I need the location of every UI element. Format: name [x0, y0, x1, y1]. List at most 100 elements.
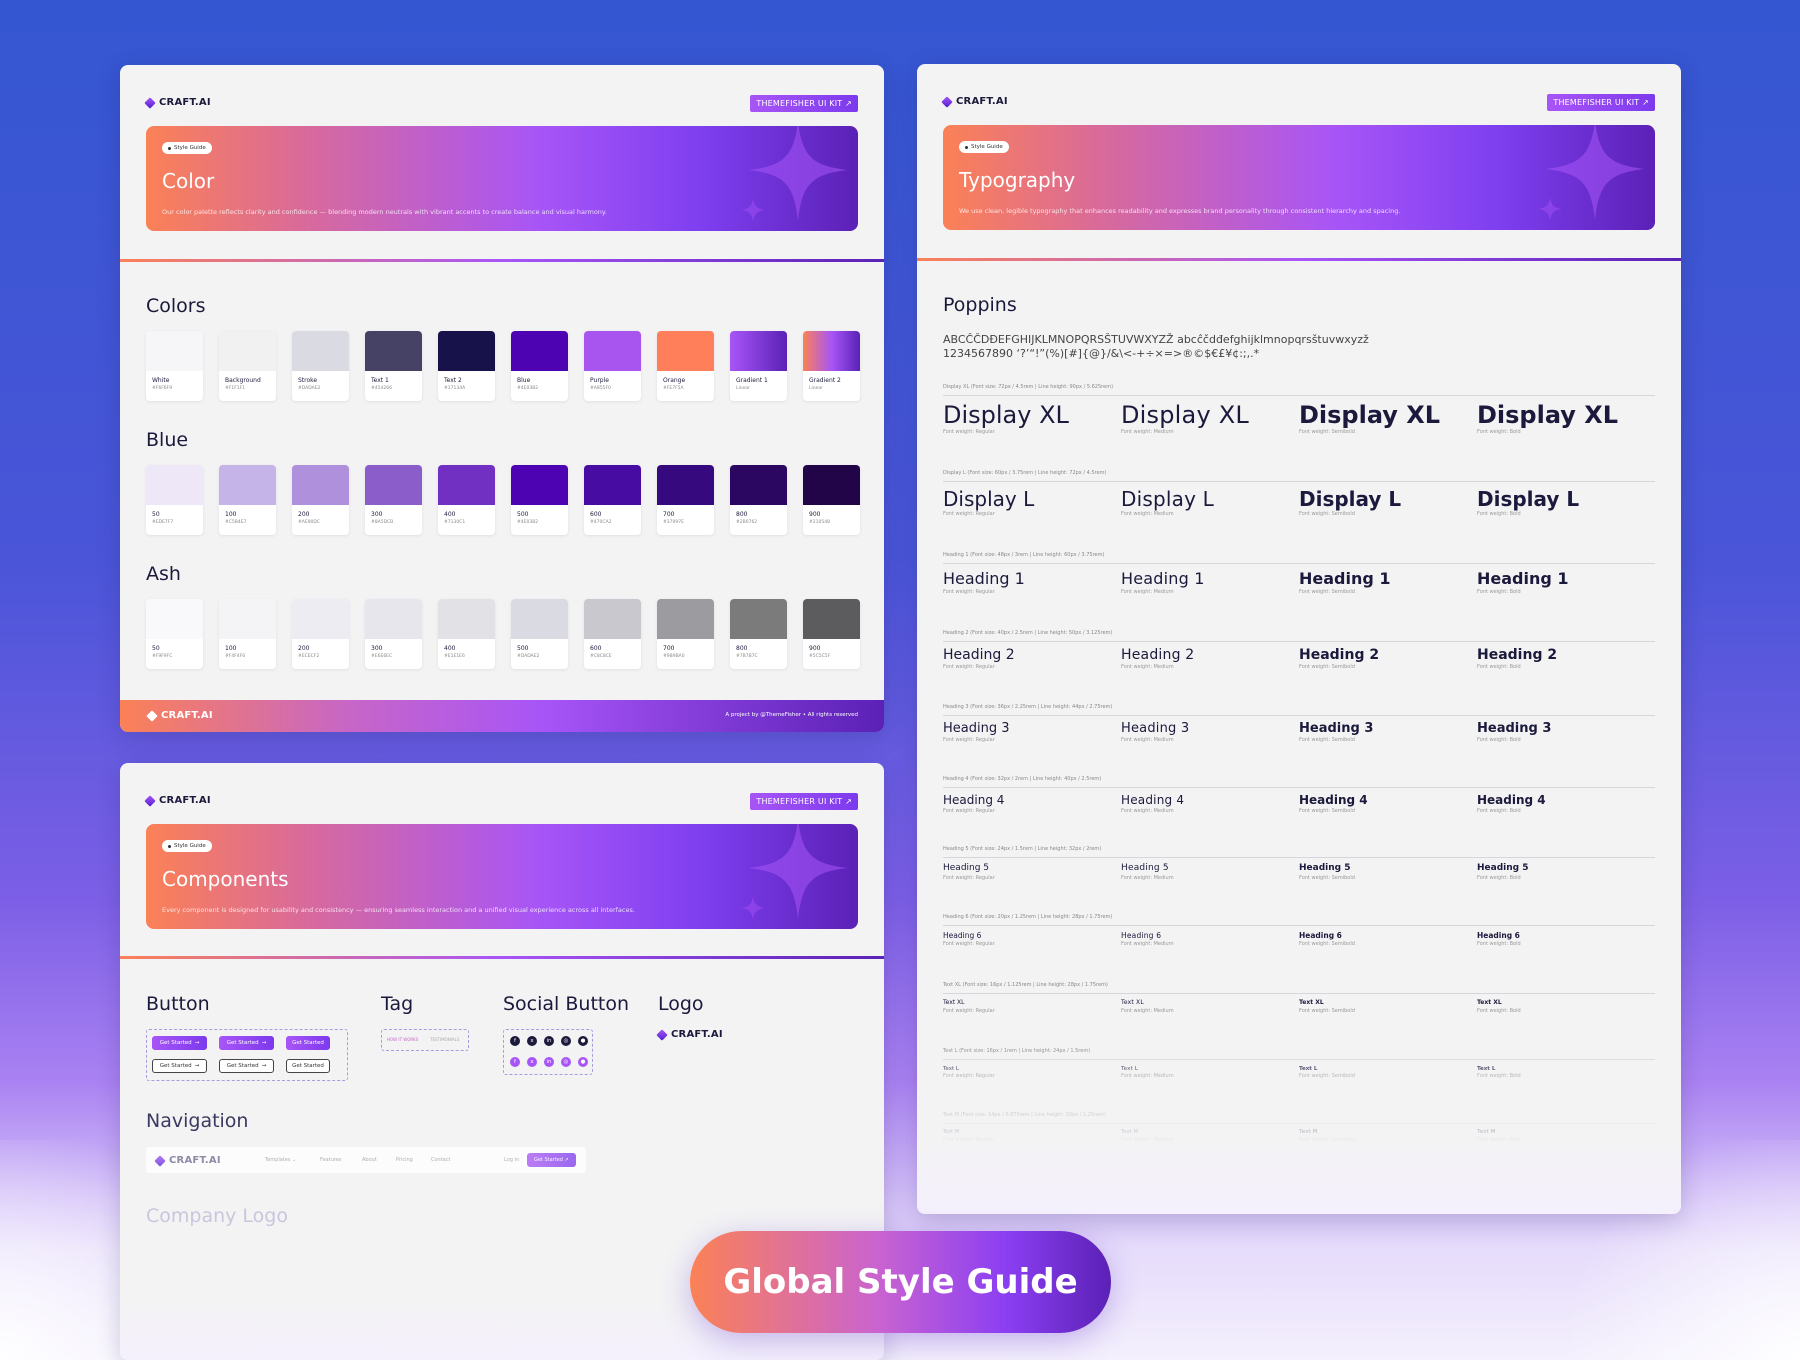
font-weight-label: Font weight: Medium	[1121, 664, 1174, 671]
get-started-button-outline-compact[interactable]: Get Started	[286, 1059, 330, 1073]
color-swatch[interactable]: 300 #8A5DCB	[365, 465, 422, 535]
type-sample-cell: Heading 5 Font weight: Semibold	[1299, 863, 1477, 881]
font-weight-label: Font weight: Bold	[1477, 941, 1521, 948]
type-sample-cell: Heading 6 Font weight: Medium	[1121, 931, 1299, 948]
get-started-button-primary[interactable]: Get Started →	[152, 1036, 207, 1050]
x-twitter-icon[interactable]: x	[527, 1036, 537, 1046]
color-swatch[interactable]: 900 #5C5C5F	[803, 599, 860, 669]
hero-banner: Style Guide Color Our color palette refl…	[146, 126, 858, 231]
nav-get-started-button[interactable]: Get Started ↗	[527, 1153, 576, 1167]
type-sample-text: Heading 5	[1477, 863, 1529, 873]
type-sample-text: Heading 1	[1477, 569, 1569, 588]
nav-login-link[interactable]: Log in	[504, 1157, 519, 1163]
type-sample-text: Heading 3	[1477, 721, 1552, 736]
card-topbar: CRAFT.AI THEMEFISHER UI KIT ↗	[941, 94, 1655, 112]
font-weight-label: Font weight: Regular	[943, 511, 995, 517]
color-swatch[interactable]: 200 #AE90DC	[292, 465, 349, 535]
themefisher-kit-button[interactable]: THEMEFISHER UI KIT ↗	[1547, 94, 1655, 111]
color-swatch[interactable]: White #F6F6F9	[146, 331, 203, 401]
nav-link-pricing[interactable]: Pricing	[396, 1157, 413, 1163]
swatch-name: 400	[444, 645, 456, 652]
color-swatch[interactable]: 600 #470CA2	[584, 465, 641, 535]
color-swatch[interactable]: 300 #E6E6EC	[365, 599, 422, 669]
color-swatch[interactable]: 700 #37097E	[657, 465, 714, 535]
brand-logo[interactable]: CRAFT.AI	[144, 794, 211, 807]
type-sample-cell: Heading 2 Font weight: Regular	[943, 647, 1121, 671]
color-swatch[interactable]: Text 2 #17134A	[438, 331, 495, 401]
nav-brand[interactable]: CRAFT.AI	[154, 1154, 221, 1167]
linkedin-icon[interactable]: in	[544, 1036, 554, 1046]
themefisher-kit-button[interactable]: THEMEFISHER UI KIT ↗	[750, 95, 858, 112]
medium-icon-purple[interactable]: ●	[578, 1057, 588, 1067]
color-swatch[interactable]: Blue #4E03B2	[511, 331, 568, 401]
color-swatch[interactable]: 100 #C5B4E7	[219, 465, 276, 535]
brand-logo[interactable]: CRAFT.AI	[144, 96, 211, 109]
color-swatch[interactable]: Purple #A855F0	[584, 331, 641, 401]
linkedin-icon-purple[interactable]: in	[544, 1057, 554, 1067]
color-swatch[interactable]: Stroke #DADAE2	[292, 331, 349, 401]
themefisher-kit-button[interactable]: THEMEFISHER UI KIT ↗	[750, 793, 858, 810]
color-swatch[interactable]: Orange #FE7F5A	[657, 331, 714, 401]
type-sample-text: Heading 4	[1121, 793, 1185, 807]
color-swatch[interactable]: 200 #ECECF2	[292, 599, 349, 669]
facebook-icon-purple[interactable]: f	[510, 1057, 520, 1067]
nav-link-contact[interactable]: Contact	[431, 1157, 450, 1163]
color-swatch[interactable]: 50 #F9F9FC	[146, 599, 203, 669]
swatch-chip	[219, 331, 276, 371]
global-style-guide-cta[interactable]: Global Style Guide	[690, 1231, 1111, 1333]
color-swatch[interactable]: 100 #F4F4F6	[219, 599, 276, 669]
type-sample-text: Heading 6	[1121, 931, 1162, 940]
nav-link-templates[interactable]: Templates ⌄	[265, 1157, 296, 1163]
swatch-name: Stroke	[298, 377, 318, 384]
nav-link-features[interactable]: Features	[320, 1157, 342, 1163]
tag-how-it-works[interactable]: HOW IT WORKS	[387, 1037, 418, 1042]
get-started-button-compact[interactable]: Get Started	[286, 1036, 330, 1050]
swatch-row: 50 #EDE7F7 100 #C5B4E7 200 #AE90DC 300 #8A5DCB 4…	[146, 465, 860, 535]
color-swatch[interactable]: 600 #C8C8CE	[584, 599, 641, 669]
font-family-title: Poppins	[943, 294, 1017, 316]
page-title: Typography	[959, 168, 1076, 192]
tag-testimonials[interactable]: TESTIMONIALS	[430, 1037, 459, 1042]
color-swatch[interactable]: 800 #7B7B7C	[730, 599, 787, 669]
font-weight-label: Font weight: Medium	[1121, 588, 1174, 595]
swatch-chip	[365, 465, 422, 505]
get-started-button-primary-alt[interactable]: Get Started →	[219, 1036, 274, 1050]
font-weight-label: Font weight: Regular	[943, 588, 995, 595]
footer-brand[interactable]: CRAFT.AI	[146, 709, 213, 722]
type-spec-label: Heading 4 (Font size: 32px / 2rem | Line…	[943, 776, 1102, 782]
font-weight-label: Font weight: Regular	[943, 664, 995, 671]
type-sample-cell: Display XL Font weight: Semibold	[1299, 402, 1477, 436]
type-sample-cell: Heading 4 Font weight: Bold	[1477, 793, 1655, 815]
medium-icon[interactable]: ●	[578, 1036, 588, 1046]
x-twitter-icon-purple[interactable]: x	[527, 1057, 537, 1067]
color-swatch[interactable]: 500 #4E03B2	[511, 465, 568, 535]
swatch-chip	[803, 465, 860, 505]
color-swatch[interactable]: 50 #EDE7F7	[146, 465, 203, 535]
swatch-chip	[438, 465, 495, 505]
color-style-guide-card: CRAFT.AI THEMEFISHER UI KIT ↗ Style Guid…	[120, 65, 884, 732]
get-started-button-outline-alt[interactable]: Get Started →	[219, 1059, 274, 1073]
font-weight-label: Font weight: Regular	[943, 808, 995, 815]
color-swatch[interactable]: 900 #210548	[803, 465, 860, 535]
color-swatch[interactable]: 400 #7130C1	[438, 465, 495, 535]
color-swatch[interactable]: 500 #DADAE2	[511, 599, 568, 669]
page-title: Color	[162, 169, 215, 193]
swatch-chip	[292, 331, 349, 371]
color-swatch[interactable]: Background #F1F1F1	[219, 331, 276, 401]
nav-link-about[interactable]: About	[362, 1157, 377, 1163]
type-sample-cell: Display XL Font weight: Regular	[943, 402, 1121, 436]
swatch-hex: #2B0762	[736, 520, 758, 525]
color-swatch[interactable]: Gradient 1 Linear	[730, 331, 787, 401]
brand-logo[interactable]: CRAFT.AI	[941, 95, 1008, 108]
color-swatch[interactable]: Gradient 2 Linear	[803, 331, 860, 401]
color-swatch[interactable]: 700 #9B9BA0	[657, 599, 714, 669]
logo-section-title: Logo	[658, 993, 704, 1015]
get-started-button-outline[interactable]: Get Started →	[152, 1059, 207, 1073]
swatch-name: 200	[298, 511, 310, 518]
instagram-icon[interactable]: ◎	[561, 1036, 571, 1046]
instagram-icon-purple[interactable]: ◎	[561, 1057, 571, 1067]
color-swatch[interactable]: 400 #E1E1E6	[438, 599, 495, 669]
color-swatch[interactable]: 800 #2B0762	[730, 465, 787, 535]
facebook-icon[interactable]: f	[510, 1036, 520, 1046]
color-swatch[interactable]: Text 1 #454266	[365, 331, 422, 401]
